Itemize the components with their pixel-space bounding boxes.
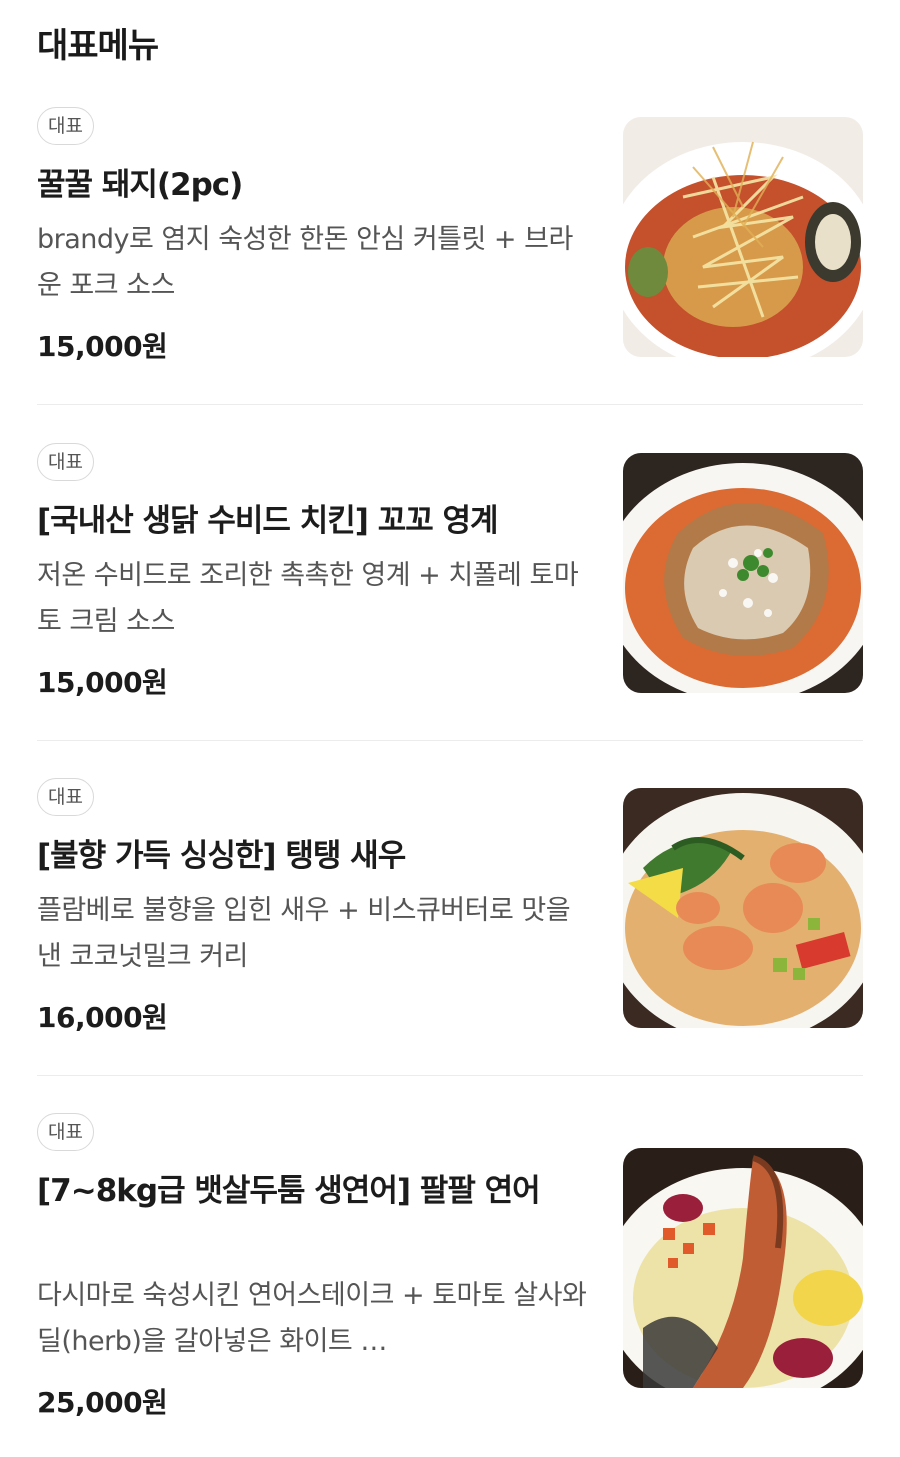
menu-item-price: 16,000원 xyxy=(37,1001,168,1034)
food-photo-chicken-icon xyxy=(623,453,863,693)
signature-badge: 대표 xyxy=(37,107,94,145)
signature-badge: 대표 xyxy=(37,778,94,816)
menu-item-price: 15,000원 xyxy=(37,666,168,699)
menu-item-chicken[interactable]: 대표 [국내산 생닭 수비드 치킨] 꼬꼬 영계 저온 수비드로 조리한 촉촉한… xyxy=(37,443,863,741)
menu-item-description: 저온 수비드로 조리한 촉촉한 영계 + 치폴레 토마토 크림 소스 xyxy=(37,560,579,637)
item-divider xyxy=(37,1075,863,1076)
menu-item-name: 꿀꿀 돼지(2pc) xyxy=(37,167,243,203)
menu-item-description: 플람베로 불향을 입힌 새우 + 비스큐버터로 맛을 낸 코코넛밀크 커리 xyxy=(37,895,571,972)
menu-item-name: [7~8kg급 뱃살두툼 생연어] 팔팔 연어 xyxy=(37,1173,541,1209)
item-divider xyxy=(37,404,863,405)
menu-item-description: 다시마로 숙성시킨 연어스테이크 + 토마토 살사와 딜(herb)을 갈아넣은… xyxy=(37,1280,587,1357)
item-divider xyxy=(37,740,863,741)
menu-item-salmon[interactable]: 대표 [7~8kg급 뱃살두툼 생연어] 팔팔 연어 다시마로 숙성시킨 연어스… xyxy=(37,1113,863,1443)
menu-item-name: [국내산 생닭 수비드 치킨] 꼬꼬 영계 xyxy=(37,503,499,539)
signature-badge: 대표 xyxy=(37,1113,94,1151)
menu-item-shrimp[interactable]: 대표 [불향 가득 싱싱한] 탱탱 새우 플람베로 불향을 입힌 새우 + 비스… xyxy=(37,778,863,1076)
food-photo-shrimp-curry-icon xyxy=(623,788,863,1028)
menu-item-price: 15,000원 xyxy=(37,330,168,363)
menu-item-pork-cutlet[interactable]: 대표 꿀꿀 돼지(2pc) brandy로 염지 숙성한 한돈 안심 커틀릿 +… xyxy=(37,107,863,405)
food-photo-salmon-icon xyxy=(623,1148,863,1388)
signature-badge: 대표 xyxy=(37,443,94,481)
section-title: 대표메뉴 xyxy=(37,26,159,66)
menu-item-description: brandy로 염지 숙성한 한돈 안심 커틀릿 + 브라운 포크 소스 xyxy=(37,224,573,301)
food-photo-pork-cutlet-icon xyxy=(623,117,863,357)
menu-item-price: 25,000원 xyxy=(37,1386,168,1419)
menu-item-name: [불향 가득 싱싱한] 탱탱 새우 xyxy=(37,838,406,874)
